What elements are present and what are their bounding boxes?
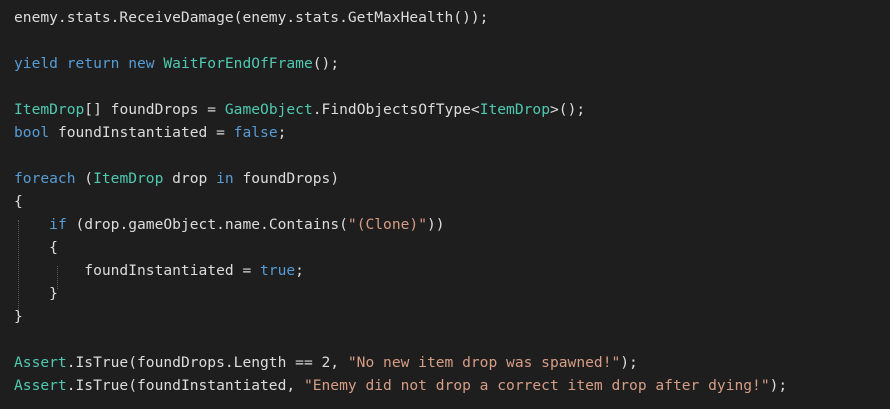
code-line: yield return new WaitForEndOfFrame();: [14, 52, 339, 75]
code-token-kw: foreach: [14, 170, 76, 187]
code-token-plain: drop: [163, 170, 217, 187]
code-token-type: GameObject: [224, 101, 313, 118]
code-token-plain: (drop.gameObject.name.Contains(: [66, 216, 348, 233]
code-token-str: "No new item drop was spawned!": [347, 354, 621, 371]
code-token-plain: .FindObjectsOfType<: [312, 101, 480, 118]
code-line: foreach (ItemDrop drop in foundDrops): [14, 167, 339, 190]
code-token-plain: {: [14, 239, 58, 256]
code-line: bool foundInstantiated = false;: [14, 121, 286, 144]
code-line: {: [14, 190, 23, 213]
code-token-plain: (: [75, 170, 94, 187]
code-token-plain: ;: [277, 124, 287, 141]
code-token-plain: }: [14, 285, 58, 302]
code-token-plain: foundInstantiated =: [49, 124, 234, 141]
code-line: {: [14, 236, 58, 259]
code-line: foundInstantiated = true;: [14, 259, 304, 282]
code-token-plain: foundInstantiated =: [14, 262, 261, 279]
code-token-kw: yield return new: [14, 55, 164, 72]
code-token-plain: [] foundDrops =: [84, 101, 225, 118]
code-token-kw: if: [49, 216, 67, 233]
code-line: ItemDrop[] foundDrops = GameObject.FindO…: [14, 98, 585, 121]
code-token-plain: ();: [312, 55, 340, 72]
code-token-kw: in: [216, 170, 234, 187]
code-token-type: WaitForEndOfFrame: [163, 55, 313, 72]
code-token-str: "Enemy did not drop a correct item drop …: [303, 377, 770, 394]
code-token-type: Assert: [14, 377, 67, 394]
code-line: enemy.stats.ReceiveDamage(enemy.stats.Ge…: [14, 6, 488, 29]
code-line: }: [14, 305, 23, 328]
code-line: }: [14, 282, 58, 305]
code-token-type: ItemDrop: [14, 101, 85, 118]
code-token-plain: enemy.stats.ReceiveDamage(enemy.stats.Ge…: [14, 9, 489, 26]
code-token-plain: );: [620, 354, 638, 371]
code-token-plain: {: [14, 193, 23, 210]
code-token-plain: ;: [295, 262, 304, 279]
code-line: Assert.IsTrue(foundInstantiated, "Enemy …: [14, 374, 787, 397]
code-token-plain: )): [426, 216, 445, 233]
code-line: Assert.IsTrue(foundDrops.Length == 2, "N…: [14, 351, 638, 374]
code-token-str: "(Clone)": [347, 216, 427, 233]
code-token-kw: false: [233, 124, 278, 141]
code-token-kw: true: [260, 262, 296, 279]
code-token-plain: .IsTrue(foundInstantiated,: [66, 377, 304, 394]
code-token-kw: bool: [14, 124, 50, 141]
code-token-plain: );: [769, 377, 788, 394]
code-token-type: Assert: [14, 354, 67, 371]
code-line: if (drop.gameObject.name.Contains("(Clon…: [14, 213, 445, 236]
code-token-plain: }: [14, 308, 23, 325]
code-token-plain: .IsTrue(foundDrops.Length == 2,: [66, 354, 348, 371]
code-editor[interactable]: enemy.stats.ReceiveDamage(enemy.stats.Ge…: [0, 0, 890, 409]
code-token-type: ItemDrop: [93, 170, 164, 187]
code-token-plain: >();: [550, 101, 586, 118]
code-token-type: ItemDrop: [479, 101, 550, 118]
code-token-plain: foundDrops): [233, 170, 340, 187]
